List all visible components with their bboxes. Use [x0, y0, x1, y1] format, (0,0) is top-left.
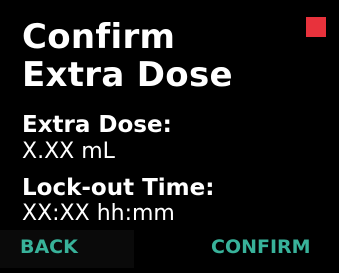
back-button-label: BACK	[20, 236, 78, 258]
page-title-line-1: Confirm	[22, 17, 176, 57]
lockout-time-value: XX:XX hh:mm	[22, 201, 175, 226]
page-title: Confirm Extra Dose	[22, 18, 233, 94]
extra-dose-value: X.XX mL	[22, 139, 115, 164]
confirm-extra-dose-screen: Confirm Extra Dose Extra Dose: X.XX mL L…	[0, 0, 339, 273]
back-button[interactable]: BACK	[0, 230, 134, 268]
extra-dose-label: Extra Dose:	[22, 112, 172, 138]
page-title-line-2: Extra Dose	[22, 55, 233, 95]
lockout-time-label: Lock-out Time:	[22, 175, 215, 201]
status-indicator-icon	[306, 17, 326, 37]
confirm-button[interactable]: CONFIRM	[211, 235, 311, 259]
